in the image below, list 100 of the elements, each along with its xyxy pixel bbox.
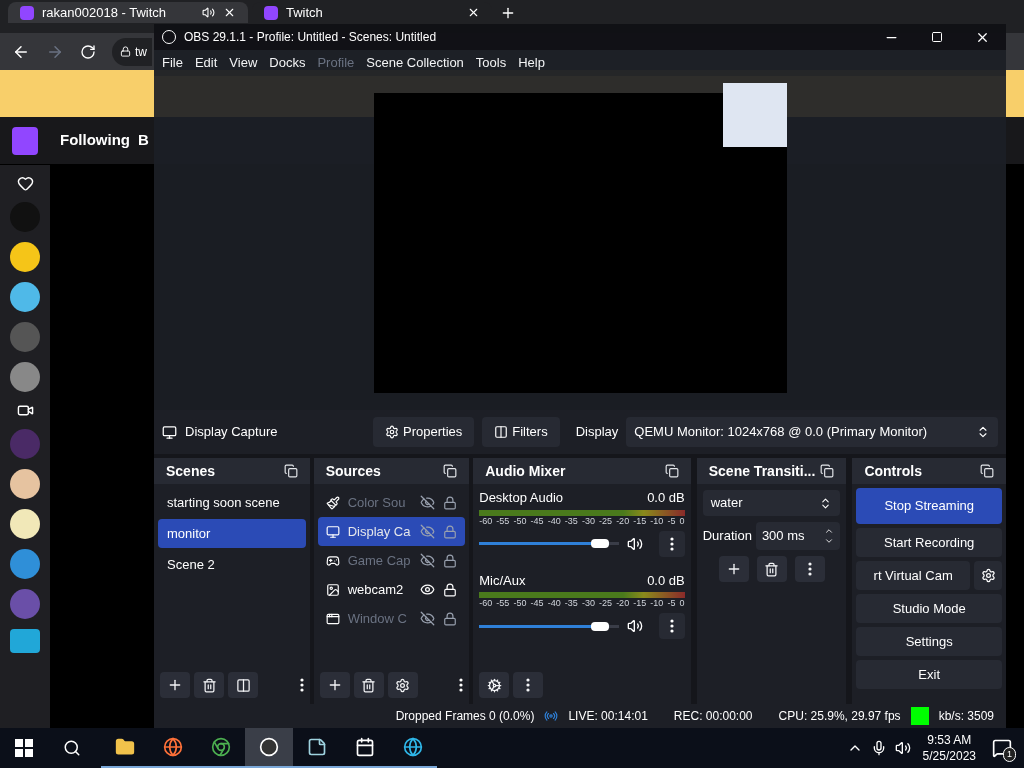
settings-button[interactable] <box>974 561 1002 590</box>
address-bar[interactable]: tw <box>112 37 152 66</box>
menu-item[interactable]: File <box>162 53 183 73</box>
meter-scale-label: -40 <box>547 598 561 609</box>
source-item[interactable]: webcam2 <box>317 575 466 604</box>
window-title: OBS 29.1.1 - Profile: Untitled - Scenes: Untitled <box>184 29 438 46</box>
maximize-icon[interactable] <box>931 31 943 43</box>
twitch-logo-icon <box>20 5 34 20</box>
hidden-eye-icon[interactable] <box>420 524 436 539</box>
windows-logo-icon[interactable] <box>15 739 33 757</box>
more-button[interactable] <box>658 613 685 639</box>
channel-reading: 0.0 dB <box>647 489 685 507</box>
avatar <box>10 549 40 579</box>
image-icon <box>325 582 340 597</box>
hidden-eye-icon[interactable] <box>420 495 436 510</box>
gear-icon <box>486 677 502 693</box>
float-dock-icon[interactable] <box>664 464 679 478</box>
chevron-up-icon <box>824 526 835 536</box>
status-text: kb/s: 3509 <box>938 708 994 725</box>
speaker-icon[interactable] <box>894 740 911 756</box>
more-button[interactable] <box>658 530 685 557</box>
float-dock-icon[interactable] <box>283 464 298 478</box>
taskbar-app[interactable] <box>245 728 293 768</box>
add-button[interactable] <box>319 672 350 698</box>
scene-item[interactable]: starting soon scene <box>158 488 306 517</box>
meter-scale-label: -15 <box>633 598 647 609</box>
channel-name: Mic/Aux <box>479 571 526 590</box>
hidden-eye-icon[interactable] <box>420 611 436 626</box>
browser-tab[interactable]: rakan002018 - Twitch <box>8 2 248 23</box>
lock-icon[interactable] <box>443 582 458 597</box>
menu-item[interactable]: Edit <box>194 53 218 73</box>
trash-icon <box>201 677 217 693</box>
photo-placeholder <box>722 83 787 147</box>
reload-icon[interactable] <box>80 43 96 60</box>
avatar <box>10 429 40 459</box>
add-button[interactable] <box>718 556 749 582</box>
plus-icon <box>167 677 183 693</box>
toolbar-button[interactable]: Properties <box>373 417 475 447</box>
channel-reading: 0.0 dB <box>647 571 685 590</box>
float-dock-icon[interactable] <box>980 464 994 478</box>
logo-icon <box>10 629 40 653</box>
eye-icon[interactable] <box>420 582 436 597</box>
float-dock-icon[interactable] <box>820 464 835 478</box>
close-tab-icon[interactable] <box>467 6 480 19</box>
control-button[interactable]: Exit <box>856 660 1002 689</box>
twitch-logo-icon <box>12 126 38 155</box>
nav-link[interactable]: B <box>138 129 149 152</box>
more-icon[interactable] <box>459 678 464 692</box>
lock-icon <box>120 46 131 57</box>
float-dock-icon[interactable] <box>443 464 458 478</box>
control-button[interactable]: Studio Mode <box>856 594 1002 623</box>
volume-slider[interactable] <box>479 538 619 549</box>
status-text: LIVE: 00:14:01 <box>568 708 648 725</box>
scene-item[interactable]: Scene 2 <box>158 550 306 579</box>
more-button[interactable] <box>794 556 825 582</box>
more-icon <box>669 536 674 551</box>
duration-field[interactable]: 300 ms <box>755 522 841 550</box>
meter-scale-label: -10 <box>650 515 664 527</box>
lock-icon[interactable] <box>443 553 458 568</box>
avatar <box>10 282 40 312</box>
more-icon <box>807 562 812 576</box>
control-button[interactable]: rt Virtual Cam <box>856 561 970 590</box>
filters-button[interactable] <box>228 672 258 698</box>
control-button[interactable]: Stop Streaming <box>856 488 1002 524</box>
meter-scale-label: 0 <box>679 515 685 527</box>
search-icon[interactable] <box>63 739 81 757</box>
toolbar-button[interactable]: Filters <box>482 417 560 447</box>
more-button[interactable] <box>513 672 544 698</box>
menu-item[interactable]: Help <box>518 53 545 73</box>
speaker-icon[interactable] <box>626 535 643 552</box>
delete-button[interactable] <box>194 672 224 698</box>
meter-scale-label: -55 <box>496 515 510 527</box>
menu-item[interactable]: Docks <box>269 53 306 73</box>
speaker-icon[interactable] <box>626 618 643 634</box>
delete-button[interactable] <box>756 556 787 582</box>
source-item[interactable]: Display Ca <box>317 517 466 546</box>
hidden-eye-icon[interactable] <box>420 553 436 568</box>
menu-item[interactable]: Tools <box>475 53 507 73</box>
lock-icon[interactable] <box>443 495 458 510</box>
control-button[interactable]: Settings <box>856 627 1002 656</box>
settings-button[interactable] <box>387 672 418 698</box>
menu-item[interactable]: View <box>229 53 258 73</box>
advanced-audio-button[interactable] <box>479 672 510 698</box>
lock-icon[interactable] <box>443 611 458 626</box>
more-icon[interactable] <box>299 678 304 692</box>
new-tab-icon[interactable] <box>500 5 516 21</box>
avatar <box>10 242 40 272</box>
chrome-icon <box>211 737 231 757</box>
scene-item[interactable]: monitor <box>158 519 306 548</box>
add-button[interactable] <box>160 672 190 698</box>
delete-button[interactable] <box>353 672 384 698</box>
transition-select[interactable]: water <box>702 490 841 516</box>
menu-item[interactable]: Scene Collection <box>366 53 464 73</box>
nav-link[interactable]: Following <box>60 129 130 152</box>
volume-slider[interactable] <box>479 621 619 631</box>
folder-icon <box>115 737 135 757</box>
control-button[interactable]: Start Recording <box>856 528 1002 557</box>
close-tab-icon[interactable] <box>223 6 236 19</box>
dock-title: Sources <box>325 461 381 481</box>
display-select[interactable]: QEMU Monitor: 1024x768 @ 0.0 (Primary Monitor) <box>626 417 998 447</box>
